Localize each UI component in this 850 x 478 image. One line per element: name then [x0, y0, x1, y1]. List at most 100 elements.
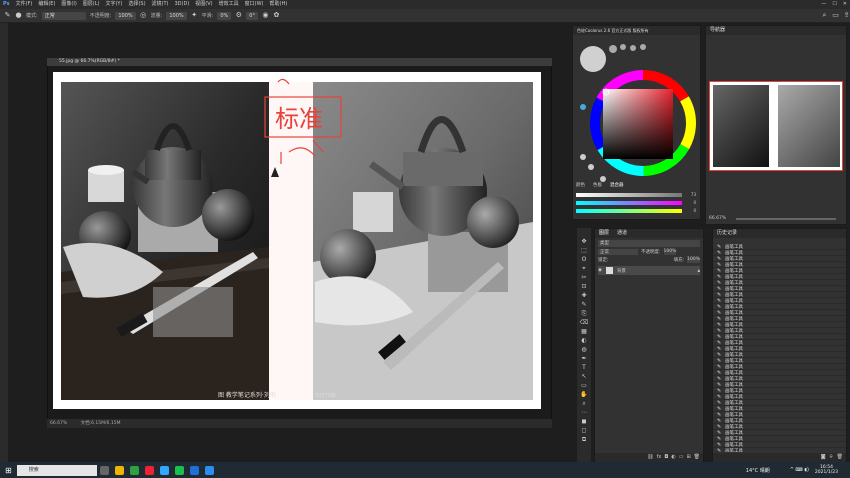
menu-item[interactable]: 文件(F): [13, 0, 36, 9]
gradient-tool-icon[interactable]: ◍: [581, 346, 586, 354]
frame-tool-icon[interactable]: ⊡: [581, 283, 586, 291]
minimize-icon[interactable]: —: [818, 0, 829, 9]
airbrush-icon[interactable]: ✦: [191, 12, 198, 19]
brush-preset-icon[interactable]: ●: [15, 12, 22, 19]
menu-item[interactable]: 帮助(H): [267, 0, 291, 9]
slider-3[interactable]: [576, 208, 682, 213]
zoom-readout[interactable]: 66.67%: [50, 421, 67, 426]
close-icon[interactable]: ✕: [840, 0, 850, 9]
navigator-zoom-slider[interactable]: [736, 218, 836, 220]
background-color-tool-icon[interactable]: ⧉: [582, 436, 586, 444]
navigator-thumbnail[interactable]: [709, 81, 843, 171]
quick-select-tool-icon[interactable]: ⌖: [582, 265, 585, 273]
menu-item[interactable]: 3D(D): [172, 0, 193, 9]
document-tab[interactable]: 55.jpg @ 66.7%(RGB/8#) *: [47, 58, 552, 66]
slider-1[interactable]: [576, 192, 682, 197]
opacity-input[interactable]: 100%: [115, 11, 136, 20]
menu-item[interactable]: 编辑(E): [35, 0, 58, 9]
ps-logo[interactable]: Ps: [0, 0, 13, 9]
brush-tool-icon[interactable]: ⎘: [582, 310, 587, 318]
search-icon[interactable]: ⌕: [821, 12, 828, 19]
slider-1-value[interactable]: 73: [682, 192, 696, 197]
symmetry-icon[interactable]: ✿: [273, 12, 280, 19]
tray-icons[interactable]: ^ ⌨ ◖): [790, 467, 809, 473]
app-icon-1[interactable]: [144, 465, 154, 475]
snapshot-icon[interactable]: ◙: [821, 453, 826, 462]
move-tool-icon[interactable]: ✥: [581, 238, 586, 246]
taskbar-search[interactable]: 搜索: [16, 464, 97, 476]
camera-icon[interactable]: ⌾: [830, 453, 833, 462]
tab-mixer[interactable]: 混合器: [610, 182, 624, 188]
angle-input[interactable]: 0°: [246, 11, 258, 20]
folder-icon[interactable]: ▭: [679, 453, 684, 462]
menu-item[interactable]: 图层(L): [80, 0, 103, 9]
doc-size-readout[interactable]: 文档:6.15M/6.15M: [81, 421, 121, 426]
eyedropper-tool-icon[interactable]: ✚: [581, 292, 586, 300]
smooth-input[interactable]: 0%: [217, 11, 232, 20]
app-icon-2[interactable]: [189, 465, 199, 475]
menu-item[interactable]: 选择(S): [125, 0, 148, 9]
mask-icon[interactable]: ◘: [664, 453, 668, 462]
workspace-icon[interactable]: ▭: [832, 12, 839, 19]
pen-tool-icon[interactable]: T: [582, 364, 586, 372]
lasso-tool-icon[interactable]: ʘ: [582, 256, 587, 264]
link-icon[interactable]: ⛓: [647, 453, 653, 462]
tab-layers[interactable]: 图层: [599, 229, 609, 238]
canvas[interactable]: 标准 图 教学笔记系列·刘书 50770库: [53, 72, 541, 409]
tab-swatches[interactable]: 色板: [593, 182, 602, 188]
file-explorer-icon[interactable]: [114, 465, 124, 475]
reset-icon[interactable]: [588, 164, 594, 170]
app-icon-3[interactable]: [204, 465, 214, 475]
layer-opacity-value[interactable]: 100%: [663, 249, 677, 255]
navigator-zoom[interactable]: 66.67%: [709, 216, 726, 221]
adjustment-icon[interactable]: ◐: [671, 453, 675, 462]
layer-blend-mode[interactable]: 正常: [598, 249, 638, 255]
eye-icon[interactable]: ◉: [598, 268, 602, 273]
crop-tool-icon[interactable]: ✂: [581, 274, 586, 282]
photoshop-icon[interactable]: [159, 465, 169, 475]
more-tool-icon[interactable]: ◼: [582, 418, 587, 426]
task-view-icon[interactable]: [99, 465, 109, 475]
menu-item[interactable]: 图像(I): [58, 0, 79, 9]
clock[interactable]: 16:54 2021/1/23: [815, 465, 838, 475]
brush-preview[interactable]: [580, 46, 606, 72]
hand-tool-icon[interactable]: ⌕: [582, 400, 585, 408]
slider-2-value[interactable]: 0: [682, 200, 696, 205]
pressure-size-icon[interactable]: ◉: [262, 12, 269, 19]
blur-tool-icon[interactable]: ✒: [581, 355, 586, 363]
wechat-icon[interactable]: [174, 465, 184, 475]
mode-select[interactable]: 正常: [41, 11, 86, 20]
layer-name[interactable]: 背景: [617, 268, 626, 274]
menu-item[interactable]: 视图(V): [192, 0, 215, 9]
fx-icon[interactable]: fx: [657, 453, 662, 462]
swap-icon[interactable]: [580, 154, 586, 160]
sun-icon[interactable]: [580, 104, 586, 110]
brush-tool-icon[interactable]: ✎: [4, 12, 11, 19]
menu-item[interactable]: 窗口(W): [242, 0, 267, 9]
menu-item[interactable]: 增效工具: [216, 0, 242, 9]
type-tool-icon[interactable]: ↖: [581, 373, 586, 381]
tab-channels[interactable]: 通道: [617, 229, 627, 238]
layer-row[interactable]: ◉ 背景 🔒︎: [598, 266, 700, 275]
foreground-color-tool-icon[interactable]: ◻: [582, 427, 587, 435]
tab-color[interactable]: 颜色: [576, 182, 585, 188]
trash-icon[interactable]: 🗑︎: [837, 453, 843, 462]
windows-start-icon[interactable]: ⊞: [5, 466, 12, 475]
zoom-tool-icon[interactable]: ⋯: [581, 409, 587, 417]
shape-tool-icon[interactable]: ✋: [580, 391, 587, 399]
maximize-icon[interactable]: ☐: [829, 0, 839, 9]
chrome-icon[interactable]: [129, 465, 139, 475]
pressure-opacity-icon[interactable]: ◎: [140, 12, 147, 19]
new-layer-icon[interactable]: ⊞: [686, 453, 690, 462]
layer-fill-value[interactable]: 100%: [687, 257, 700, 263]
trash-icon[interactable]: 🗑︎: [694, 453, 700, 462]
menu-item[interactable]: 滤镜(T): [149, 0, 172, 9]
slider-3-value[interactable]: 0: [682, 208, 696, 213]
eraser-tool-icon[interactable]: ◐: [581, 337, 586, 345]
stamp-tool-icon[interactable]: ⌫: [580, 319, 588, 327]
weather[interactable]: 14°C 晴朗: [746, 467, 770, 474]
layer-kind-filter[interactable]: 类型: [598, 240, 700, 247]
menu-item[interactable]: 文字(Y): [102, 0, 125, 9]
share-icon[interactable]: ⇪: [843, 12, 850, 19]
slider-2[interactable]: [576, 200, 682, 205]
